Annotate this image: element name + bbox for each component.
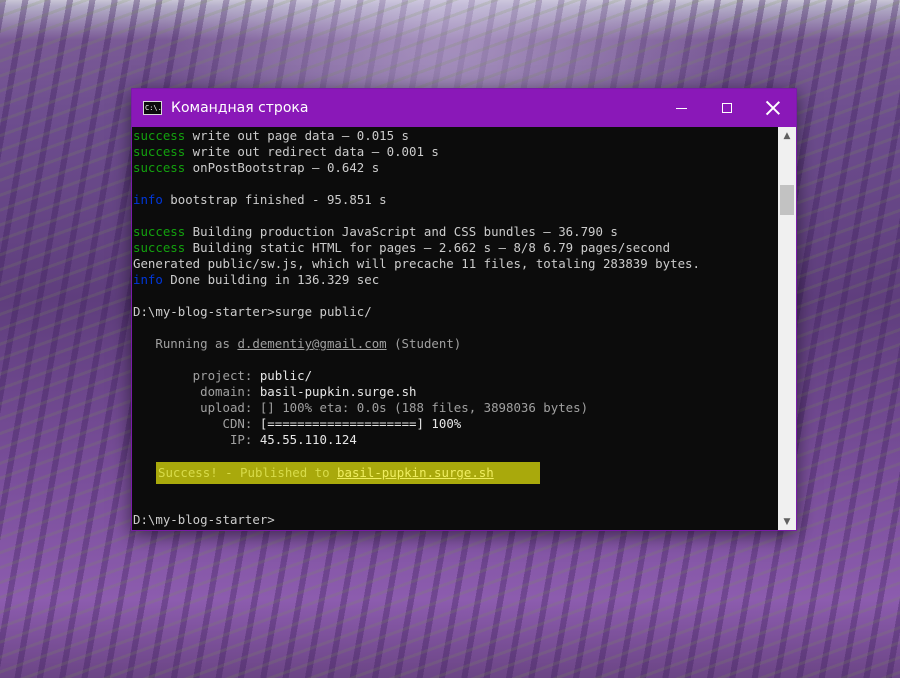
scroll-thumb[interactable] <box>780 185 794 215</box>
prompt-command: D:\my-blog-starter>surge public/ <box>133 304 372 319</box>
minimize-icon <box>675 107 687 109</box>
command-prompt-window[interactable]: C:\. Командная строка success write out … <box>131 88 797 531</box>
field-label: upload: <box>133 400 260 415</box>
line-text: (Student) <box>386 336 462 351</box>
console-line: Running as d.dementiy@gmail.com (Student… <box>133 336 461 352</box>
console-line: success write out redirect data — 0.001 … <box>133 144 439 160</box>
email-link[interactable]: d.dementiy@gmail.com <box>237 336 386 351</box>
maximize-icon <box>722 103 732 113</box>
field-value: basil-pupkin.surge.sh <box>259 384 417 399</box>
line-text: write out redirect data — 0.001 s <box>185 144 439 159</box>
line-text: write out page data — 0.015 s <box>185 128 410 143</box>
cmd-icon: C:\. <box>143 101 162 115</box>
field-label: domain: <box>133 384 260 399</box>
line-text: Done building in 136.329 sec <box>162 272 380 287</box>
success-prefix: Success! - Published to <box>158 465 338 480</box>
close-button[interactable] <box>750 89 796 127</box>
field-label: IP: <box>133 432 260 447</box>
console-line: project: public/ <box>133 368 312 384</box>
console-line: success onPostBootstrap — 0.642 s <box>133 160 379 176</box>
line-text: Building static HTML for pages — 2.662 s… <box>185 240 671 255</box>
field-value: [====================] 100% <box>259 416 462 431</box>
console-line: success write out page data — 0.015 s <box>133 128 409 144</box>
console-line: Generated public/sw.js, which will preca… <box>133 256 700 272</box>
field-label: project: <box>133 368 260 383</box>
line-text: Running as <box>133 336 238 351</box>
published-url-link[interactable]: basil-pupkin.surge.sh <box>337 465 494 480</box>
status-tag: info <box>133 192 163 207</box>
status-tag: success <box>133 144 186 159</box>
console-output[interactable]: success write out page data — 0.015 s su… <box>132 127 778 530</box>
console-line: info Done building in 136.329 sec <box>133 272 379 288</box>
field-label: CDN: <box>133 416 260 431</box>
prompt-line[interactable]: D:\my-blog-starter> <box>133 512 275 527</box>
console-line: D:\my-blog-starter> <box>133 512 275 528</box>
close-icon <box>766 101 780 115</box>
vertical-scrollbar[interactable]: ▲ ▼ <box>778 127 796 530</box>
field-value: [] 100% eta: 0.0s (188 files, 3898036 by… <box>259 400 589 415</box>
line-text: Building production JavaScript and CSS b… <box>185 224 618 239</box>
chevron-up-icon[interactable]: ▲ <box>778 127 796 144</box>
status-tag: success <box>133 224 186 239</box>
window-title: Командная строка <box>171 100 309 116</box>
line-text: Generated public/sw.js, which will preca… <box>133 256 700 271</box>
success-message: Success! - Published to basil-pupkin.sur… <box>158 465 494 481</box>
title-bar[interactable]: C:\. Командная строка <box>132 89 796 127</box>
field-value: 45.55.110.124 <box>259 432 357 447</box>
field-value: public/ <box>259 368 313 383</box>
status-tag: info <box>133 272 163 287</box>
console-line: domain: basil-pupkin.surge.sh <box>133 384 416 400</box>
console-line: D:\my-blog-starter>surge public/ <box>133 304 372 320</box>
console-line: IP: 45.55.110.124 <box>133 432 357 448</box>
console-line: CDN: [====================] 100% <box>133 416 462 432</box>
minimize-button[interactable] <box>658 89 704 127</box>
chevron-down-icon[interactable]: ▼ <box>778 513 796 530</box>
console-line: success Building production JavaScript a… <box>133 224 618 240</box>
status-tag: success <box>133 160 186 175</box>
maximize-button[interactable] <box>704 89 750 127</box>
line-text: onPostBootstrap — 0.642 s <box>185 160 380 175</box>
console-line: success Building static HTML for pages —… <box>133 240 670 256</box>
status-tag: success <box>133 240 186 255</box>
line-text: bootstrap finished - 95.851 s <box>162 192 387 207</box>
status-tag: success <box>133 128 186 143</box>
console-line: upload: [] 100% eta: 0.0s (188 files, 38… <box>133 400 588 416</box>
console-line: info bootstrap finished - 95.851 s <box>133 192 387 208</box>
